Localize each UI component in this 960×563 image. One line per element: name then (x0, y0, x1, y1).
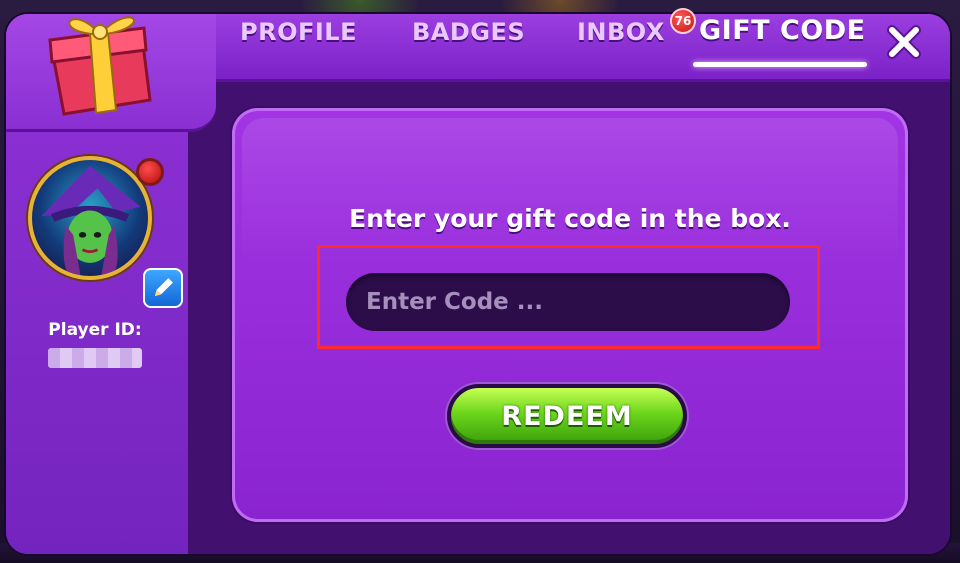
redeem-button-label: REDEEM (501, 400, 633, 432)
redeem-button[interactable]: REDEEM (447, 384, 687, 448)
instruction-text: Enter your gift code in the box. (349, 204, 791, 233)
gift-code-panel: Enter your gift code in the box. REDEEM (232, 108, 908, 522)
tab-badges[interactable]: BADGES (412, 18, 525, 46)
gift-code-input[interactable] (346, 273, 790, 331)
tab-gift-code[interactable]: GIFT CODE (699, 15, 866, 46)
edit-pencil-icon[interactable] (143, 268, 183, 308)
close-icon[interactable] (886, 24, 922, 60)
inbox-count-badge: 76 (670, 8, 696, 34)
notification-dot-icon (136, 158, 164, 186)
tab-inbox[interactable]: INBOX (577, 18, 665, 46)
tab-profile[interactable]: PROFILE (240, 18, 357, 46)
player-id-value-redacted (48, 348, 142, 368)
gift-box-icon (48, 16, 152, 116)
avatar[interactable] (28, 156, 152, 280)
active-tab-indicator (693, 62, 867, 67)
player-id-label: Player ID: (48, 320, 142, 340)
